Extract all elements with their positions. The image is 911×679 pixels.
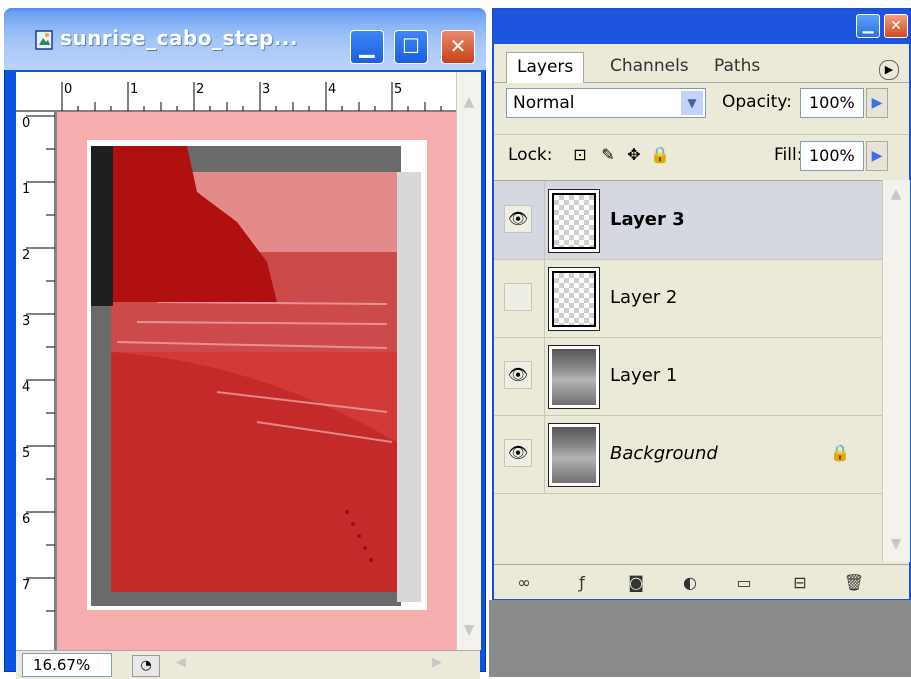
blend-mode-select[interactable]: Normal ▼ (506, 88, 706, 118)
layer-name[interactable]: Background (610, 443, 718, 464)
divider (544, 337, 545, 415)
scroll-left-arrow-icon[interactable]: ◀ (176, 655, 186, 670)
ruler-h-label: 4 (328, 82, 337, 97)
scroll-up-arrow-icon[interactable]: ▲ (459, 92, 479, 112)
opacity-arrow-icon[interactable]: ▶ (866, 88, 888, 118)
layer-row-layer-2[interactable]: Layer 2 (494, 259, 882, 338)
tab-paths[interactable]: Paths (704, 52, 770, 82)
blend-options-row: Normal ▼ Opacity: 100% ▶ (494, 86, 909, 126)
panel-tabs: Layers Channels Paths ▶ (494, 44, 909, 83)
layer-name[interactable]: Layer 1 (610, 365, 677, 386)
lock-all-icon[interactable]: 🔒 (650, 145, 670, 165)
status-menu-button[interactable]: ◔ (132, 655, 160, 677)
ruler-ticks (16, 82, 456, 112)
opacity-label: Opacity: (722, 92, 792, 112)
photoshop-doc-icon (35, 30, 53, 50)
layers-panel: ▁ ✕ Layers Channels Paths ▶ Normal ▼ Opa… (492, 8, 911, 600)
zoom-field[interactable]: 16.67% (22, 653, 112, 677)
ruler-h-label: 3 (262, 82, 271, 97)
ruler-v-label: 4 (22, 380, 31, 395)
panel-minimize-button[interactable]: ▁ (856, 14, 880, 38)
ruler-v-label: 0 (22, 116, 31, 131)
status-bar: 16.67% ◔ ◀ ▶ (16, 650, 480, 679)
image-canvas[interactable] (57, 112, 456, 650)
minimize-button[interactable]: ▁ (350, 30, 384, 64)
lock-label: Lock: (508, 145, 553, 165)
layer-thumbnail (548, 345, 600, 409)
fill-field[interactable]: 100% (800, 141, 864, 171)
divider (544, 259, 545, 337)
ruler-h-label: 2 (196, 82, 205, 97)
workspace-background (489, 600, 911, 677)
eye-visibility-icon[interactable]: 👁 (504, 361, 532, 389)
document-window: sunrise_cabo_step... ▁ ☐ ✕ 0 1 2 3 4 5 0… (4, 8, 486, 679)
eye-visibility-icon[interactable]: 👁 (504, 205, 532, 233)
document-titlebar[interactable]: sunrise_cabo_step... ▁ ☐ ✕ (4, 8, 486, 70)
horizontal-ruler[interactable]: 0 1 2 3 4 5 (16, 72, 456, 113)
fill-arrow-icon[interactable]: ▶ (866, 141, 888, 171)
scroll-down-arrow-icon[interactable]: ▼ (886, 534, 906, 554)
blend-mode-value: Normal (513, 93, 575, 113)
new-group-folder-icon[interactable]: ▭ (732, 573, 756, 593)
document-title: sunrise_cabo_step... (60, 26, 299, 50)
ruler-v-label: 7 (22, 578, 31, 593)
tab-layers[interactable]: Layers (506, 52, 585, 83)
ruler-v-label: 3 (22, 314, 31, 329)
vertical-ruler[interactable]: 0 1 2 3 4 5 6 7 (16, 112, 57, 650)
adjustment-layer-icon[interactable]: ◐ (678, 573, 702, 593)
layer-row-background[interactable]: 👁 Background 🔒 (494, 415, 882, 494)
lock-icon: 🔒 (830, 443, 850, 462)
vertical-scrollbar[interactable]: ▲ ▼ (456, 72, 481, 650)
layer-thumbnail (548, 423, 600, 487)
scroll-right-arrow-icon[interactable]: ▶ (432, 655, 442, 670)
tab-channels[interactable]: Channels (600, 52, 699, 82)
panel-close-button[interactable]: ✕ (884, 14, 908, 38)
new-layer-icon[interactable]: ⊟ (788, 573, 812, 593)
eye-visibility-icon[interactable]: 👁 (504, 439, 532, 467)
layers-bottom-toolbar: ∞ ƒ ◙ ◐ ▭ ⊟ 🗑 (494, 564, 909, 599)
layer-name[interactable]: Layer 2 (610, 287, 677, 308)
chevron-down-icon[interactable]: ▼ (681, 91, 703, 115)
scroll-up-arrow-icon[interactable]: ▲ (886, 184, 906, 204)
opacity-field[interactable]: 100% (800, 88, 864, 118)
lock-position-move-icon[interactable]: ✥ (624, 145, 644, 165)
ruler-h-label: 5 (394, 82, 403, 97)
ruler-v-label: 1 (22, 182, 31, 197)
beach-image (87, 140, 427, 610)
layer-mask-icon[interactable]: ◙ (624, 573, 648, 593)
layer-row-layer-3[interactable]: 👁 Layer 3 (494, 181, 882, 260)
layer-thumbnail (548, 267, 600, 331)
layers-scrollbar[interactable]: ▲ ▼ (882, 180, 910, 562)
ruler-v-label: 6 (22, 512, 31, 527)
fill-label: Fill: (774, 145, 803, 165)
visibility-toggle-empty[interactable] (504, 283, 532, 311)
layer-row-layer-1[interactable]: 👁 Layer 1 (494, 337, 882, 416)
maximize-button[interactable]: ☐ (394, 30, 428, 64)
divider (544, 415, 545, 493)
close-button[interactable]: ✕ (441, 30, 475, 64)
lock-row: Lock: ⊡ ✎ ✥ 🔒 Fill: 100% ▶ (494, 134, 909, 177)
layer-thumbnail (548, 189, 600, 253)
lock-paint-brush-icon[interactable]: ✎ (598, 145, 618, 165)
layer-style-icon[interactable]: ƒ (570, 573, 594, 593)
ruler-h-label: 0 (64, 82, 73, 97)
panel-menu-icon[interactable]: ▶ (879, 60, 899, 80)
panel-titlebar[interactable]: ▁ ✕ (494, 10, 909, 44)
divider (544, 181, 545, 259)
layers-list: 👁 Layer 3 Layer 2 👁 Layer 1 👁 Background… (494, 180, 882, 563)
link-layers-icon[interactable]: ∞ (512, 573, 536, 593)
ruler-h-label: 1 (130, 82, 139, 97)
lock-transparency-icon[interactable]: ⊡ (570, 145, 590, 165)
ruler-v-label: 2 (22, 248, 31, 263)
layer-name[interactable]: Layer 3 (610, 209, 685, 230)
scroll-down-arrow-icon[interactable]: ▼ (459, 620, 479, 640)
ruler-v-label: 5 (22, 446, 31, 461)
delete-layer-trash-icon[interactable]: 🗑 (842, 573, 866, 593)
